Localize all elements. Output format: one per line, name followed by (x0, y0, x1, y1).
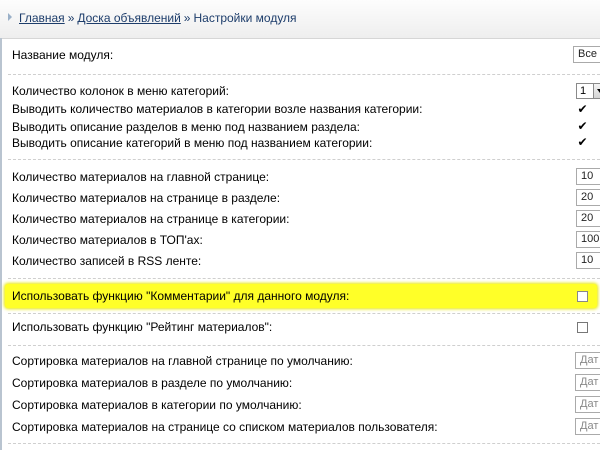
sort-section-select[interactable]: Дат (575, 374, 600, 391)
sort-main-select[interactable]: Дат (575, 352, 600, 369)
section-divider (8, 278, 600, 279)
columns-count-label: Количество колонок в меню категорий: (12, 84, 230, 98)
category-page-count-label: Количество материалов на странице в кате… (12, 212, 290, 226)
show-count-label: Выводить количество материалов в категор… (12, 102, 423, 116)
category-page-count-input[interactable]: 20 (576, 210, 600, 227)
breadcrumb-separator: » (183, 11, 191, 25)
module-name-label: Название модуля: (12, 48, 114, 62)
chevron-down-icon[interactable] (593, 84, 600, 98)
sort-category-label: Сортировка материалов в категории по умо… (12, 398, 302, 412)
sort-category-select[interactable]: Дат (575, 396, 600, 413)
breadcrumb: Главная» Доска объявлений» Настройки модул… (19, 11, 297, 25)
sort-user-list-select[interactable]: Дат (575, 418, 600, 435)
top-count-label: Количество материалов в ТОП'ах: (12, 233, 203, 247)
columns-count-value: 1 (580, 85, 587, 97)
section-divider (8, 443, 600, 444)
section-divider (8, 159, 600, 160)
category-desc-label: Выводить описание категорий в меню под н… (12, 136, 373, 150)
rss-count-input[interactable]: 10 (576, 252, 600, 269)
module-name-input[interactable]: Все (573, 46, 600, 63)
breadcrumb-separator: » (67, 11, 75, 25)
show-count-checkbox[interactable]: ✔ (577, 103, 588, 115)
sort-user-list-label: Сортировка материалов на странице со спи… (12, 420, 438, 434)
section-page-count-label: Количество материалов на странице в разд… (12, 191, 281, 205)
category-desc-checkbox[interactable]: ✔ (577, 136, 588, 148)
rating-label: Использовать функцию "Рейтинг материалов… (12, 320, 273, 334)
breadcrumb-current: Настройки модуля (193, 11, 297, 25)
columns-count-select[interactable]: 1 (576, 83, 600, 99)
breadcrumb-home-link[interactable]: Главная (19, 11, 65, 25)
breadcrumb-arrow-icon (8, 13, 12, 21)
left-border (0, 38, 2, 450)
sort-main-label: Сортировка материалов на главной страниц… (12, 354, 353, 368)
comments-label: Использовать функцию "Комментарии" для д… (12, 289, 350, 303)
section-desc-checkbox[interactable]: ✔ (577, 120, 588, 132)
section-page-count-input[interactable]: 20 (576, 189, 600, 206)
rating-checkbox[interactable] (577, 322, 588, 333)
top-count-input[interactable]: 100 (576, 231, 600, 248)
sort-section-label: Сортировка материалов в разделе по умолч… (12, 376, 293, 390)
section-divider (8, 74, 600, 75)
section-divider (8, 345, 600, 346)
main-page-count-label: Количество материалов на главной страниц… (12, 170, 270, 184)
section-divider (8, 313, 600, 314)
comments-checkbox[interactable] (577, 291, 588, 302)
rss-count-label: Количество записей в RSS ленте: (12, 254, 202, 268)
main-page-count-input[interactable]: 10 (576, 168, 600, 185)
breadcrumb-bar: Главная» Доска объявлений» Настройки модул… (0, 0, 600, 39)
breadcrumb-board-link[interactable]: Доска объявлений (77, 11, 180, 25)
